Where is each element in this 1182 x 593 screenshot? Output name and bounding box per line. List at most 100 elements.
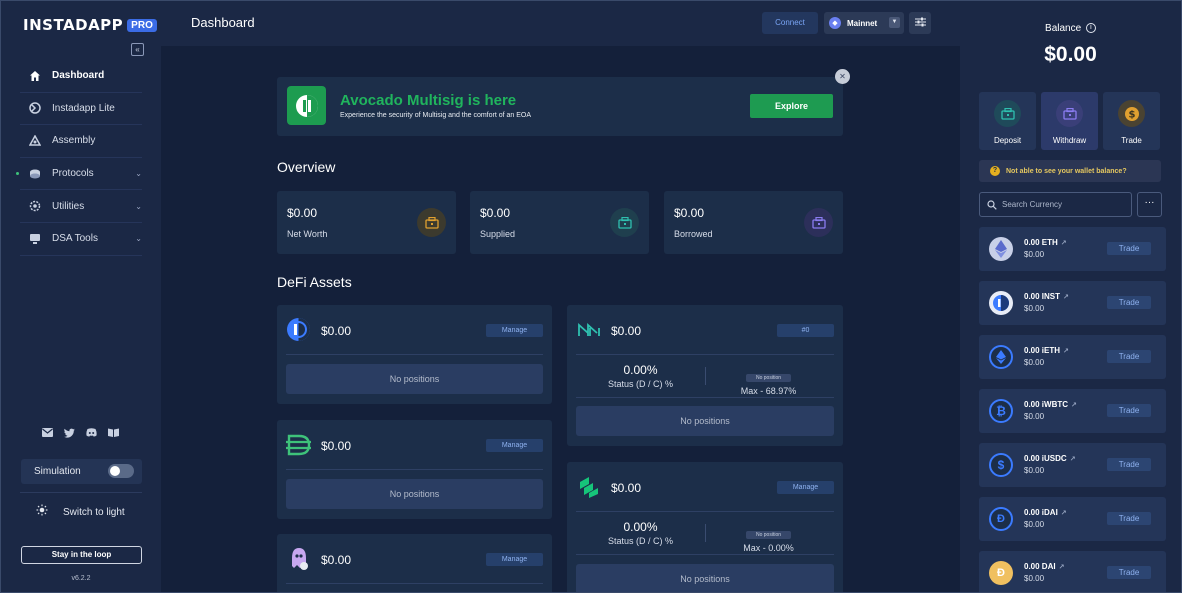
sidebar-item-label: Assembly: [52, 135, 96, 147]
ieth-icon: [989, 345, 1013, 369]
trade-button[interactable]: Trade: [1107, 350, 1151, 363]
max-stat: No position Max - 0.00%: [727, 523, 810, 553]
deposit-label: Deposit: [993, 136, 1022, 145]
divider: [576, 511, 834, 512]
stay-in-loop-button[interactable]: Stay in the loop: [21, 546, 142, 564]
balance-value: $0.00: [1044, 43, 1097, 66]
wallet-warning[interactable]: ? Not able to see your wallet balance?: [979, 160, 1161, 182]
instadapp-position-card: $0.00 Manage No positions: [277, 305, 552, 404]
status-stat: 0.00% Status (D / C) %: [599, 520, 682, 546]
defi-assets-title: DeFi Assets: [277, 274, 352, 290]
maker-icon: [576, 317, 601, 342]
withdraw-button[interactable]: Withdraw: [1041, 92, 1098, 150]
sidebar-item-dsa-tools[interactable]: DSA Tools ⌄: [20, 223, 142, 256]
promo-banner: Avocado Multisig is here Experience the …: [277, 77, 843, 136]
idai-icon: Đ: [989, 507, 1013, 531]
divider: [286, 354, 543, 355]
trade-button[interactable]: Trade: [1107, 296, 1151, 309]
simulation-label: Simulation: [34, 466, 81, 477]
trade-button[interactable]: Trade: [1107, 566, 1151, 579]
network-selector[interactable]: ◆ Mainnet ▼: [824, 12, 904, 34]
page-title: Dashboard: [191, 15, 255, 30]
docs-icon[interactable]: [108, 427, 119, 438]
protocols-icon: [28, 167, 42, 181]
coin-row: ₿ 0.00 iWBTC ↗ $0.00 Trade: [979, 389, 1166, 433]
avocado-logo-icon: [287, 86, 326, 125]
supplied-card: $0.00 Supplied: [470, 191, 649, 254]
divider: [286, 469, 543, 470]
external-link-icon[interactable]: ↗: [1071, 401, 1077, 409]
more-options-icon[interactable]: ···: [1137, 192, 1162, 217]
sidebar: INSTADAPP PRO « Dashboard Instadapp Lite…: [1, 1, 161, 592]
close-icon[interactable]: ✕: [835, 69, 850, 84]
reflexer-position-card: $0.00 Manage: [277, 534, 552, 592]
search-input[interactable]: [1002, 200, 1122, 209]
sidebar-item-utilities[interactable]: Utilities ⌄: [20, 190, 142, 223]
warning-text: Not able to see your wallet balance?: [1006, 167, 1127, 175]
trade-button[interactable]: Trade: [1107, 242, 1151, 255]
manage-button[interactable]: Manage: [486, 553, 543, 566]
coin-usd: $0.00: [1024, 466, 1045, 475]
external-link-icon[interactable]: ↗: [1059, 563, 1065, 571]
deposit-button[interactable]: Deposit: [979, 92, 1036, 150]
no-positions-placeholder: No positions: [286, 364, 543, 394]
switch-theme-button[interactable]: Switch to light: [36, 503, 125, 521]
discord-icon[interactable]: [86, 427, 97, 438]
coin-row: 0.00 iETH ↗ $0.00 Trade: [979, 335, 1166, 379]
no-positions-placeholder: No positions: [576, 564, 834, 592]
mail-icon[interactable]: [42, 427, 53, 438]
coin-row: Đ 0.00 iDAI ↗ $0.00 Trade: [979, 497, 1166, 541]
simulation-toggle-row: Simulation: [21, 459, 142, 484]
position-value: $0.00: [611, 324, 642, 338]
currency-search: [979, 192, 1132, 217]
sidebar-item-instadapp-lite[interactable]: Instadapp Lite: [20, 93, 142, 126]
inst-icon: [989, 291, 1013, 315]
external-link-icon[interactable]: ↗: [1070, 455, 1076, 463]
sidebar-nav: Dashboard Instadapp Lite Assembly Protoc…: [16, 60, 142, 256]
external-link-icon[interactable]: ↗: [1061, 509, 1067, 517]
settings-button[interactable]: [909, 12, 931, 34]
trade-button[interactable]: Trade: [1107, 512, 1151, 525]
trade-button[interactable]: Trade: [1107, 404, 1151, 417]
explore-button[interactable]: Explore: [750, 94, 833, 118]
coin-amount-row: 0.00 INST ↗: [1024, 292, 1069, 301]
status-stat: 0.00% Status (D / C) %: [599, 363, 682, 389]
net-worth-value: $0.00: [287, 206, 318, 220]
reflexer-icon: [286, 546, 311, 571]
info-icon[interactable]: i: [1085, 23, 1096, 34]
no-positions-placeholder: No positions: [576, 406, 834, 436]
chevron-down-icon: ⌄: [135, 201, 142, 211]
compound-icon: [576, 474, 601, 499]
withdraw-icon: [1056, 100, 1083, 127]
trade-button[interactable]: $ Trade: [1103, 92, 1160, 150]
no-positions-placeholder: No positions: [286, 479, 543, 509]
active-dot: [16, 172, 19, 176]
status-value: 0.00%: [623, 363, 658, 377]
ethereum-icon: ◆: [829, 17, 841, 29]
connect-button[interactable]: Connect: [762, 12, 818, 34]
logo-text: INSTADAPP: [23, 16, 124, 34]
coin-row: 0.00 ETH ↗ $0.00 Trade: [979, 227, 1166, 271]
simulation-toggle[interactable]: [108, 464, 134, 478]
sidebar-item-dashboard[interactable]: Dashboard: [20, 60, 142, 93]
manage-button[interactable]: Manage: [777, 481, 834, 494]
promo-title: Avocado Multisig is here: [340, 92, 517, 109]
collapse-sidebar-icon[interactable]: «: [131, 43, 144, 56]
trade-button[interactable]: Trade: [1107, 458, 1151, 471]
borrow-icon: [804, 208, 833, 237]
manage-button[interactable]: Manage: [486, 439, 543, 452]
svg-text:$: $: [1128, 109, 1135, 120]
manage-button[interactable]: Manage: [486, 324, 543, 337]
twitter-icon[interactable]: [64, 427, 75, 438]
app-logo[interactable]: INSTADAPP PRO: [23, 16, 157, 34]
supplied-value: $0.00: [480, 206, 511, 220]
coin-usd: $0.00: [1024, 358, 1045, 367]
trade-label: Trade: [1121, 136, 1142, 145]
external-link-icon[interactable]: ↗: [1061, 239, 1067, 247]
sidebar-item-assembly[interactable]: Assembly: [20, 125, 142, 158]
vault-selector-button[interactable]: #0: [777, 324, 834, 337]
external-link-icon[interactable]: ↗: [1063, 347, 1069, 355]
external-link-icon[interactable]: ↗: [1063, 293, 1069, 301]
coin-usd: $0.00: [1024, 520, 1045, 529]
sidebar-item-protocols[interactable]: Protocols ⌄: [16, 158, 142, 191]
